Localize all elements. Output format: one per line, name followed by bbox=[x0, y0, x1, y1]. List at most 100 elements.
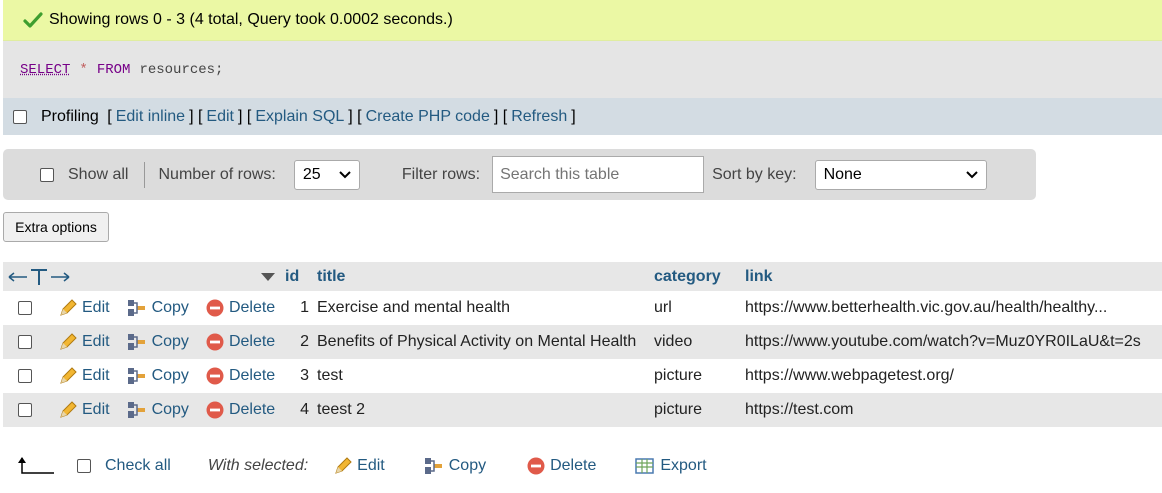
cell-title[interactable]: teest 2 bbox=[313, 393, 650, 427]
divider bbox=[144, 161, 146, 188]
row-checkbox[interactable] bbox=[18, 369, 32, 383]
row-actions-cell: Edit Copy Delete bbox=[3, 393, 281, 427]
table-row[interactable]: Edit Copy Delete 4 teest 2 picture https://tes… bbox=[3, 393, 1162, 427]
bulk-copy-button[interactable]: Copy bbox=[423, 456, 486, 476]
pencil-icon bbox=[335, 457, 352, 474]
row-copy-label: Copy bbox=[151, 299, 189, 316]
bulk-actions-bar: Check all With selected: Edit Copy Delet… bbox=[0, 448, 1162, 484]
row-copy-button[interactable]: Copy bbox=[126, 332, 189, 352]
bulk-export-label: Export bbox=[660, 457, 707, 474]
cell-link[interactable]: https://www.betterhealth.vic.gov.au/heal… bbox=[741, 291, 1162, 325]
cell-link[interactable]: https://test.com bbox=[741, 393, 1162, 427]
column-header-id[interactable]: id bbox=[281, 262, 313, 291]
column-resize-header[interactable] bbox=[3, 262, 281, 291]
table-row[interactable]: Edit Copy Delete 1 Exercise and mental healt… bbox=[3, 291, 1162, 325]
cell-title[interactable]: Exercise and mental health bbox=[313, 291, 650, 325]
row-actions-cell: Edit Copy Delete bbox=[3, 291, 281, 325]
column-header-link[interactable]: link bbox=[741, 262, 1162, 291]
explain-sql-link[interactable]: Explain SQL bbox=[255, 108, 344, 126]
row-edit-button[interactable]: Edit bbox=[58, 332, 110, 352]
cell-category[interactable]: picture bbox=[650, 393, 741, 427]
edit-inline-link[interactable]: Edit inline bbox=[116, 108, 185, 126]
sql-select-keyword[interactable]: SELECT bbox=[20, 62, 70, 78]
row-edit-button[interactable]: Edit bbox=[58, 298, 110, 318]
row-edit-button[interactable]: Edit bbox=[58, 400, 110, 420]
sort-by-key-label: Sort by key: bbox=[712, 165, 797, 183]
search-input[interactable]: Search this table bbox=[492, 156, 705, 193]
refresh-link[interactable]: Refresh bbox=[511, 108, 567, 126]
row-copy-label: Copy bbox=[151, 401, 189, 418]
bulk-delete-button[interactable]: Delete bbox=[526, 456, 596, 476]
cell-title[interactable]: test bbox=[313, 359, 650, 393]
check-all-checkbox[interactable] bbox=[77, 459, 91, 473]
sort-by-key-select[interactable]: None bbox=[814, 159, 987, 190]
sql-query-box[interactable]: SELECT * FROM resources; bbox=[3, 41, 1162, 98]
column-toggle-icon[interactable] bbox=[7, 267, 71, 287]
bulk-edit-label: Edit bbox=[357, 457, 385, 474]
copy-icon bbox=[424, 458, 442, 474]
delete-icon bbox=[206, 333, 224, 351]
row-actions-cell: Edit Copy Delete bbox=[3, 325, 281, 359]
sort-triangle-icon[interactable] bbox=[261, 272, 275, 282]
profiling-label: Profiling bbox=[41, 107, 99, 125]
delete-icon bbox=[527, 457, 545, 475]
cell-category[interactable]: video bbox=[650, 325, 741, 359]
extra-options-button[interactable]: Extra options bbox=[3, 212, 109, 242]
table-row[interactable]: Edit Copy Delete 2 Benefits of Physical Acti… bbox=[3, 325, 1162, 359]
show-all-checkbox[interactable] bbox=[40, 167, 54, 182]
bulk-copy-label: Copy bbox=[448, 457, 487, 474]
column-header-title[interactable]: title bbox=[313, 262, 650, 291]
row-copy-label: Copy bbox=[151, 333, 189, 350]
row-delete-label: Delete bbox=[228, 299, 276, 316]
row-delete-button[interactable]: Delete bbox=[205, 332, 275, 352]
cell-category[interactable]: url bbox=[650, 291, 741, 325]
check-all-link[interactable]: Check all bbox=[105, 457, 171, 475]
row-delete-button[interactable]: Delete bbox=[205, 298, 275, 318]
row-delete-button[interactable]: Delete bbox=[205, 400, 275, 420]
copy-icon bbox=[127, 368, 145, 384]
cell-id[interactable]: 1 bbox=[281, 291, 313, 325]
show-all-label[interactable]: Show all bbox=[68, 166, 128, 184]
row-edit-label: Edit bbox=[82, 367, 110, 384]
row-copy-button[interactable]: Copy bbox=[126, 298, 189, 318]
bulk-edit-button[interactable]: Edit bbox=[333, 456, 385, 476]
bulk-export-button[interactable]: Export bbox=[634, 456, 707, 476]
copy-icon bbox=[127, 334, 145, 350]
table-row[interactable]: Edit Copy Delete 3 test picture https://www.we… bbox=[3, 359, 1162, 393]
sql-star: * bbox=[79, 61, 88, 78]
row-checkbox[interactable] bbox=[18, 335, 32, 349]
delete-icon bbox=[206, 367, 224, 385]
row-edit-label: Edit bbox=[82, 401, 110, 418]
row-checkbox[interactable] bbox=[18, 403, 32, 417]
cell-id[interactable]: 4 bbox=[281, 393, 313, 427]
row-delete-button[interactable]: Delete bbox=[205, 366, 275, 386]
row-copy-button[interactable]: Copy bbox=[126, 366, 189, 386]
with-selected-label: With selected: bbox=[207, 457, 309, 474]
row-copy-button[interactable]: Copy bbox=[126, 400, 189, 420]
row-edit-label: Edit bbox=[82, 333, 110, 350]
cell-title[interactable]: Benefits of Physical Activity on Mental … bbox=[313, 325, 650, 359]
rows-per-page-select[interactable]: 25 bbox=[293, 159, 360, 190]
cell-link[interactable]: https://www.webpagetest.org/ bbox=[741, 359, 1162, 393]
create-php-code-link[interactable]: Create PHP code bbox=[366, 108, 490, 126]
check-icon bbox=[23, 12, 43, 28]
profiling-checkbox[interactable] bbox=[13, 109, 27, 124]
cell-id[interactable]: 3 bbox=[281, 359, 313, 393]
success-message: Showing rows 0 - 3 (4 total, Query took … bbox=[49, 11, 453, 28]
cell-id[interactable]: 2 bbox=[281, 325, 313, 359]
row-edit-button[interactable]: Edit bbox=[58, 366, 110, 386]
pencil-icon bbox=[60, 401, 77, 418]
row-edit-label: Edit bbox=[82, 299, 110, 316]
row-checkbox[interactable] bbox=[18, 301, 32, 315]
cell-link[interactable]: https://www.youtube.com/watch?v=Muz0YR0I… bbox=[741, 325, 1162, 359]
chevron-down-icon bbox=[339, 170, 351, 178]
row-delete-label: Delete bbox=[228, 333, 276, 350]
delete-icon bbox=[206, 401, 224, 419]
bulk-delete-label: Delete bbox=[550, 457, 597, 474]
row-copy-label: Copy bbox=[151, 367, 189, 384]
edit-link[interactable]: Edit bbox=[206, 108, 234, 126]
export-icon bbox=[635, 458, 655, 474]
column-header-category[interactable]: category bbox=[650, 262, 741, 291]
cell-category[interactable]: picture bbox=[650, 359, 741, 393]
row-actions-cell: Edit Copy Delete bbox=[3, 359, 281, 393]
